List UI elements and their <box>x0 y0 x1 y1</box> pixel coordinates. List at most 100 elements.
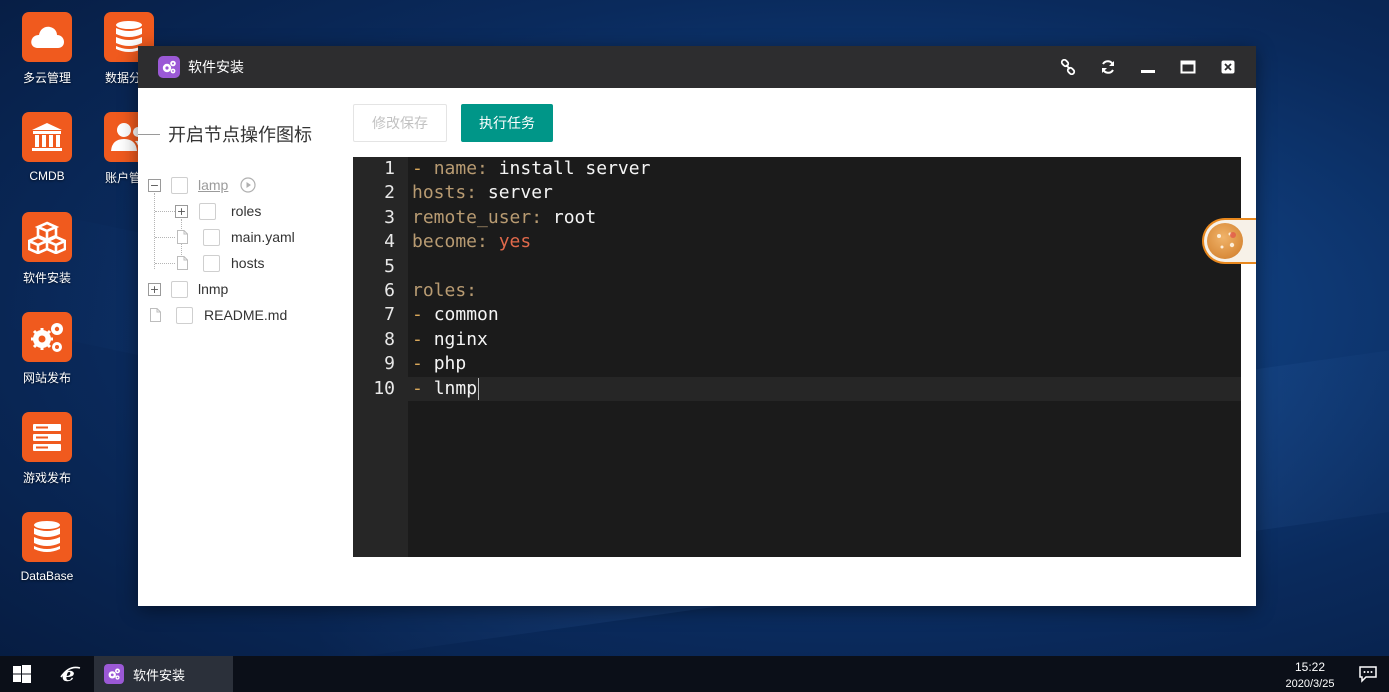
yaml-dash: - <box>412 304 434 326</box>
node-checkbox[interactable] <box>171 176 188 194</box>
desktop-icon-database[interactable]: DataBase <box>5 512 89 583</box>
code-line[interactable]: 7 - common <box>353 303 1241 327</box>
tree-node-hosts[interactable]: hosts <box>177 252 264 274</box>
windows-start-icon[interactable] <box>0 656 44 692</box>
node-checkbox[interactable] <box>203 228 220 246</box>
line-number: 10 <box>373 377 395 399</box>
desktop-icon-software-install[interactable]: 软件安装 <box>5 212 89 286</box>
clock-date: 2020/3/25 <box>1285 678 1335 690</box>
node-checkbox[interactable] <box>203 254 220 272</box>
file-icon <box>150 308 161 322</box>
cloud-icon <box>22 12 72 62</box>
code-line[interactable]: 4 become: yes <box>353 230 1241 254</box>
tree-node-label[interactable]: main.yaml <box>231 229 295 245</box>
yaml-dash: - <box>412 377 434 399</box>
tree-node-label[interactable]: lnmp <box>198 281 228 297</box>
node-checkbox[interactable] <box>171 280 188 298</box>
tree-node-label[interactable]: lamp <box>198 177 228 193</box>
desktop-icon-label: 网站发布 <box>22 371 71 385</box>
code-line[interactable]: 2 hosts: server <box>353 181 1241 205</box>
code-line[interactable]: 1 - name: install server <box>353 157 1241 181</box>
play-circle-icon[interactable] <box>240 177 256 193</box>
collapse-toggle[interactable]: − <box>148 178 161 192</box>
yaml-value: server <box>477 182 553 204</box>
clock-time: 15:22 <box>1294 660 1326 674</box>
tree-node-label[interactable]: roles <box>231 203 261 219</box>
line-number: 4 <box>384 231 395 253</box>
link-icon[interactable] <box>1048 46 1088 88</box>
close-icon[interactable] <box>1208 46 1248 88</box>
expand-toggle[interactable]: + <box>148 282 161 296</box>
desktop-icon-game-publish[interactable]: 游戏发布 <box>5 412 89 486</box>
line-number: 6 <box>384 280 395 301</box>
expand-toggle[interactable]: + <box>175 204 188 218</box>
tree-node-lamp[interactable]: − lamp <box>148 174 256 196</box>
desktop-icon-label: 软件安装 <box>22 271 71 285</box>
tree-node-lnmp[interactable]: + lnmp <box>148 278 228 300</box>
server-icon <box>22 412 72 462</box>
gears-icon <box>158 56 180 78</box>
taskbar: e 软件安装 15:22 2020/3/25 <box>0 656 1389 692</box>
desktop-icon-multicloud[interactable]: 多云管理 <box>5 12 89 86</box>
bank-icon <box>22 112 72 162</box>
yaml-value: php <box>433 353 467 375</box>
minimize-icon[interactable] <box>1128 46 1168 88</box>
maximize-icon[interactable] <box>1168 46 1208 88</box>
floating-assistant-button[interactable] <box>1202 218 1256 264</box>
yaml-value: install server <box>487 158 651 179</box>
tree-node-label[interactable]: README.md <box>204 307 287 323</box>
yaml-boolean: yes <box>487 231 532 253</box>
save-changes-button[interactable]: 修改保存 <box>353 104 447 142</box>
database-icon <box>22 512 72 562</box>
line-number: 9 <box>384 353 395 375</box>
yaml-key: roles: <box>412 280 478 301</box>
taskbar-app-label: 软件安装 <box>133 667 186 683</box>
tree-guide-line <box>154 193 155 269</box>
gears-icon <box>22 312 72 362</box>
code-line[interactable]: 3 remote_user: root <box>353 206 1241 230</box>
node-checkbox[interactable] <box>176 306 193 324</box>
line-number: 5 <box>384 255 395 277</box>
yaml-key: remote_user: <box>412 206 543 228</box>
tree-node-label[interactable]: hosts <box>231 255 264 271</box>
desktop-icon-label: DataBase <box>20 569 74 583</box>
yaml-key: become: <box>412 231 488 253</box>
code-line[interactable]: 5 <box>353 255 1241 279</box>
node-checkbox[interactable] <box>199 202 216 220</box>
text-cursor <box>478 377 480 400</box>
tree-guide-line <box>155 237 175 238</box>
yaml-value: lnmp <box>433 377 478 399</box>
window-titlebar[interactable]: 软件安装 <box>138 46 1256 88</box>
yaml-key: name: <box>433 158 488 179</box>
refresh-icon[interactable] <box>1088 46 1128 88</box>
desktop-icon-label: 多云管理 <box>22 71 71 85</box>
desktop-icon-website-publish[interactable]: 网站发布 <box>5 312 89 386</box>
code-line[interactable]: 9 - php <box>353 352 1241 376</box>
yaml-dash: - <box>412 158 434 179</box>
tree-node-main-yaml[interactable]: main.yaml <box>177 226 295 248</box>
code-line[interactable]: 6 roles: <box>353 279 1241 303</box>
desktop-icon-label: CMDB <box>29 169 65 183</box>
desktop-icon-cmdb[interactable]: CMDB <box>5 112 89 183</box>
line-number: 1 <box>384 158 395 179</box>
yaml-value: root <box>542 206 597 228</box>
notification-chat-icon[interactable] <box>1350 656 1386 692</box>
line-number: 8 <box>384 328 395 350</box>
tree-node-readme[interactable]: README.md <box>150 304 287 326</box>
file-icon <box>177 230 188 244</box>
title-divider <box>138 133 160 135</box>
taskbar-clock[interactable]: 15:22 2020/3/25 <box>1270 658 1350 692</box>
code-line-active[interactable]: 10 - lnmp <box>353 376 1241 401</box>
gears-icon <box>104 664 124 684</box>
code-line[interactable]: 8 - nginx <box>353 328 1241 352</box>
internet-explorer-icon[interactable]: e <box>50 656 90 692</box>
code-editor[interactable]: 1 - name: install server 2 hosts: server… <box>353 157 1241 557</box>
run-task-button[interactable]: 执行任务 <box>461 104 553 142</box>
software-install-window: 软件安装 开启节点操作图标 − lamp + roles main.yaml h… <box>138 46 1256 606</box>
yaml-value: common <box>433 304 499 326</box>
window-title: 软件安装 <box>188 59 244 75</box>
taskbar-app-software-install[interactable]: 软件安装 <box>94 656 233 692</box>
tree-panel-title: 开启节点操作图标 <box>138 122 312 146</box>
tree-node-roles[interactable]: + roles <box>175 200 261 222</box>
yaml-key: hosts: <box>412 182 478 204</box>
